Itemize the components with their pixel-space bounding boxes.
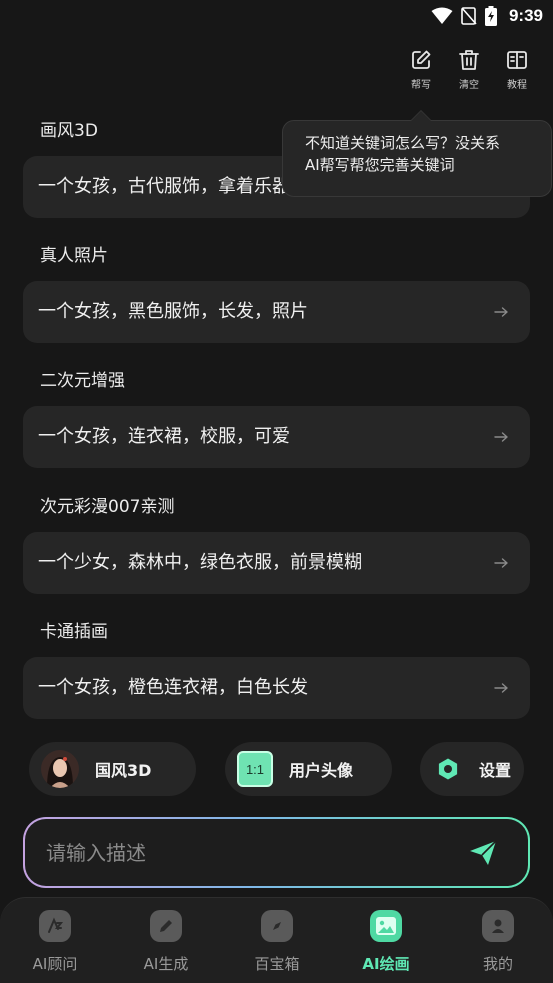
settings-label: 设置 bbox=[479, 761, 512, 780]
prompt-input-box bbox=[23, 817, 530, 888]
nav-ai-generate[interactable]: AI生成 bbox=[126, 910, 206, 974]
nav-ai-advisor[interactable]: AI顾问 bbox=[15, 910, 95, 974]
top-toolbar: 帮写 清空 教程 bbox=[407, 48, 531, 91]
pen-icon bbox=[150, 910, 182, 942]
help-write-label: 帮写 bbox=[411, 80, 431, 91]
help-tooltip: 不知道关键词怎么写？没关系 AI帮写帮您完善关键词 bbox=[282, 120, 552, 197]
bottom-nav: AI顾问 AI生成 百宝箱 AI绘画 我的 bbox=[0, 897, 553, 983]
arrow-right-icon bbox=[494, 683, 508, 693]
arrow-right-icon bbox=[494, 307, 508, 317]
ratio-chip[interactable]: 1:1 用户头像 bbox=[225, 742, 392, 796]
battery-icon bbox=[484, 6, 497, 26]
nav-ai-painting[interactable]: AI绘画 bbox=[346, 910, 426, 974]
arrow-right-icon bbox=[494, 558, 508, 568]
ratio-label: 用户头像 bbox=[289, 761, 354, 780]
prompt-card[interactable]: 一个女孩，黑色服饰，长发，照片 bbox=[23, 281, 530, 343]
tutorial-button[interactable]: 教程 bbox=[503, 48, 531, 91]
prompt-text: 一个女孩，古代服饰，拿着乐器 bbox=[38, 176, 290, 197]
style-chip[interactable]: 国风3D bbox=[29, 742, 196, 796]
prompt-text: 一个女孩，连衣裙，校服，可爱 bbox=[38, 426, 290, 447]
clear-button[interactable]: 清空 bbox=[455, 48, 483, 91]
arrow-right-icon bbox=[494, 432, 508, 442]
ratio-value: 1:1 bbox=[245, 761, 265, 777]
tooltip-line-1: 不知道关键词怎么写？没关系 bbox=[305, 134, 501, 152]
prompt-text: 一个女孩，橙色连衣裙，白色长发 bbox=[38, 677, 308, 698]
status-bar: 9:39 bbox=[0, 0, 553, 32]
tooltip-line-2: AI帮写帮您完善关键词 bbox=[305, 156, 455, 174]
no-signal-icon bbox=[461, 7, 477, 25]
gear-icon bbox=[438, 758, 458, 780]
ratio-icon: 1:1 bbox=[237, 751, 273, 787]
status-time: 9:39 bbox=[508, 6, 543, 25]
compass-icon bbox=[261, 910, 293, 942]
style-label: 国风3D bbox=[95, 761, 152, 780]
section-title: 画风3D bbox=[40, 121, 98, 141]
picture-icon bbox=[370, 910, 402, 942]
prompt-input[interactable] bbox=[46, 819, 446, 886]
help-write-button[interactable]: 帮写 bbox=[407, 48, 435, 91]
user-icon bbox=[482, 910, 514, 942]
prompt-input-inner bbox=[25, 819, 528, 886]
nav-toolbox-label: 百宝箱 bbox=[254, 955, 300, 973]
trash-icon bbox=[459, 50, 479, 70]
prompt-text: 一个女孩，黑色服饰，长发，照片 bbox=[38, 301, 308, 322]
nav-ai-painting-label: AI绘画 bbox=[362, 955, 410, 973]
edit-icon bbox=[412, 50, 431, 69]
prompt-text: 一个少女，森林中，绿色衣服，前景模糊 bbox=[38, 552, 362, 573]
section-title: 卡通插画 bbox=[40, 622, 108, 642]
ai-advisor-icon bbox=[39, 910, 71, 942]
clear-label: 清空 bbox=[459, 80, 479, 91]
nav-ai-generate-label: AI生成 bbox=[143, 955, 189, 973]
nav-mine[interactable]: 我的 bbox=[458, 910, 538, 974]
status-icons: 9:39 bbox=[431, 4, 543, 28]
style-avatar bbox=[41, 750, 79, 788]
nav-ai-advisor-label: AI顾问 bbox=[32, 955, 78, 973]
tooltip-arrow bbox=[410, 110, 432, 121]
prompt-card[interactable]: 一个女孩，连衣裙，校服，可爱 bbox=[23, 406, 530, 468]
nav-mine-label: 我的 bbox=[482, 955, 513, 973]
prompt-card[interactable]: 一个少女，森林中，绿色衣服，前景模糊 bbox=[23, 532, 530, 594]
style-thumbnail-icon bbox=[41, 750, 79, 788]
book-icon bbox=[507, 51, 527, 69]
settings-chip[interactable]: 设置 bbox=[420, 742, 524, 796]
prompt-card[interactable]: 一个女孩，橙色连衣裙，白色长发 bbox=[23, 657, 530, 719]
nav-toolbox[interactable]: 百宝箱 bbox=[237, 910, 317, 974]
wifi-icon bbox=[431, 7, 453, 24]
section-title: 真人照片 bbox=[40, 246, 108, 266]
section-title: 二次元增强 bbox=[40, 371, 125, 391]
tutorial-label: 教程 bbox=[507, 80, 527, 91]
section-title: 次元彩漫007亲测 bbox=[40, 497, 175, 517]
send-icon[interactable] bbox=[468, 839, 498, 867]
